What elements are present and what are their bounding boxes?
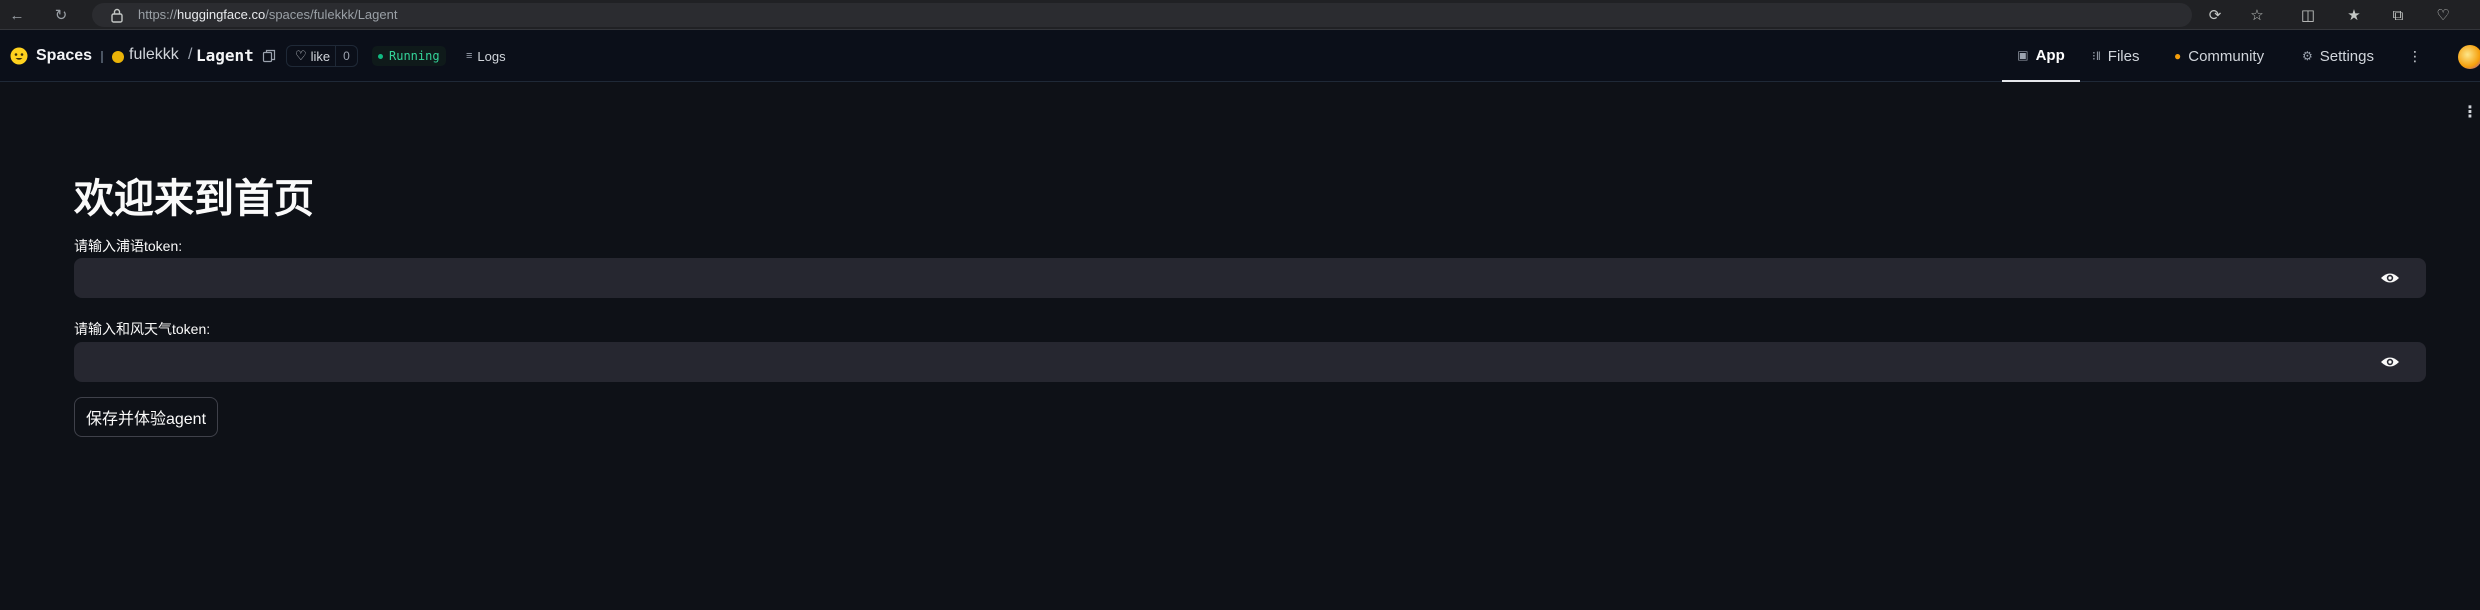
save-and-try-agent-button[interactable]: 保存并体验agent (74, 397, 218, 437)
like-button[interactable]: ♡ like 0 (286, 45, 358, 67)
browser-essentials-icon[interactable]: ♡ (2432, 4, 2454, 26)
owner-avatar[interactable] (112, 51, 124, 63)
gear-icon: ⚙ (2302, 49, 2313, 63)
tab-files[interactable]: ⁝‖ Files (2092, 30, 2139, 82)
lock-icon[interactable] (110, 7, 124, 23)
back-icon[interactable]: ← (6, 4, 28, 26)
heart-icon: ♡ (295, 48, 307, 63)
refresh-icon[interactable]: ↻ (50, 4, 72, 26)
split-screen-icon[interactable]: ◫ (2297, 4, 2319, 26)
puyu-token-input[interactable] (74, 258, 2426, 298)
status-badge[interactable]: Running (372, 46, 446, 66)
like-label: like (310, 48, 331, 64)
tab-files-label: Files (2107, 47, 2140, 65)
browser-toolbar: ← ↻ https://huggingface.co/spaces/fulekk… (0, 0, 2480, 30)
status-text: Running (389, 49, 440, 63)
user-avatar[interactable] (2458, 45, 2480, 69)
weather-token-input[interactable] (74, 342, 2426, 382)
more-options-icon[interactable]: ⋮ (2404, 44, 2426, 68)
address-bar[interactable]: https://huggingface.co/spaces/fulekkk/La… (92, 3, 2192, 27)
star-icon[interactable]: ☆ (2246, 4, 2268, 26)
favorites-icon[interactable]: ★ (2343, 4, 2365, 26)
url-text[interactable]: https://huggingface.co/spaces/fulekkk/La… (138, 7, 397, 22)
path-separator: / (188, 46, 193, 63)
copy-icon[interactable] (262, 49, 276, 63)
tab-settings[interactable]: ⚙ Settings (2302, 30, 2374, 82)
owner-link[interactable]: fulekkk (129, 46, 179, 64)
tab-settings-label: Settings (2319, 47, 2374, 65)
like-count[interactable]: 0 (335, 46, 357, 66)
status-dot-icon (378, 53, 383, 59)
spaces-link[interactable]: Spaces (36, 47, 92, 65)
tab-community[interactable]: ● Community (2174, 30, 2264, 82)
logs-label: Logs (477, 48, 506, 64)
show-password-icon[interactable] (2380, 271, 2400, 285)
page-title: 欢迎来到首页 (74, 177, 314, 221)
app-menu-icon[interactable]: ⋮ (2462, 105, 2478, 121)
logs-icon: ≡ (466, 50, 473, 62)
hf-header: Spaces fulekkk / Lagent ♡ like 0 Running… (0, 30, 2480, 82)
edge-icon[interactable]: ⟳ (2204, 4, 2226, 26)
hugging-face-logo-icon[interactable] (10, 47, 28, 65)
community-icon: ● (2174, 49, 2182, 63)
divider (101, 51, 103, 63)
weather-token-label: 请输入和风天气token: (74, 321, 211, 337)
tab-app-label: App (2035, 46, 2065, 64)
repo-link[interactable]: Lagent (196, 46, 254, 65)
collections-icon[interactable]: ⧉ (2387, 4, 2409, 26)
cube-icon: ▣ (2017, 48, 2029, 62)
tab-app[interactable]: ▣ App (2002, 30, 2080, 82)
tab-community-label: Community (2188, 47, 2265, 65)
show-password-icon[interactable] (2380, 355, 2400, 369)
files-icon: ⁝‖ (2092, 49, 2101, 63)
logs-button[interactable]: ≡ Logs (460, 46, 512, 66)
puyu-token-label: 请输入浦语token: (74, 238, 183, 254)
